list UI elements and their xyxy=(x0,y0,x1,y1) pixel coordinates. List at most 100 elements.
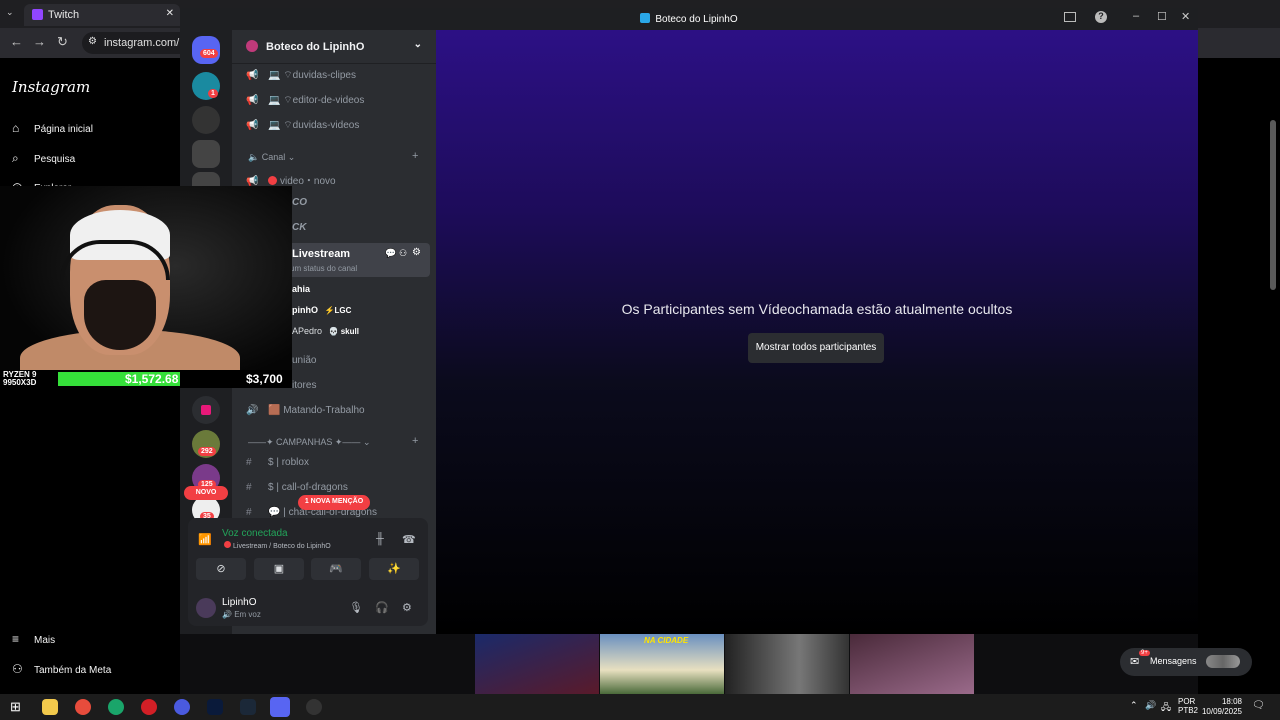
category-canal[interactable]: 🔈 Canal ⌄ xyxy=(248,152,295,163)
activity-button[interactable]: 🎮 xyxy=(311,558,361,580)
show-all-participants-button[interactable]: Mostrar todos participantes xyxy=(748,333,884,363)
category-campanhas[interactable]: ——✦ CAMPANHAS ✦—— ⌄ xyxy=(248,437,370,448)
thumbnail-caption: NA CIDADE xyxy=(644,636,689,645)
channel-call-of-dragons[interactable]: # $ | call-of-dragons xyxy=(246,482,348,493)
headphones-icon[interactable]: 🎧 xyxy=(375,601,389,614)
user-settings-icon[interactable]: ⚙ xyxy=(402,601,412,614)
signal-icon[interactable]: 📶 xyxy=(198,533,212,546)
channel-editores[interactable]: itores xyxy=(292,380,316,391)
app-icon[interactable] xyxy=(306,699,322,715)
windows-start-icon[interactable]: ⊞ xyxy=(10,700,21,713)
server-icon xyxy=(640,13,651,23)
voice-user[interactable]: pinhO ⚡LGC xyxy=(292,305,351,315)
new-unread-pill[interactable]: NOVO xyxy=(184,486,228,500)
avatar[interactable] xyxy=(196,598,216,618)
edge-icon[interactable] xyxy=(108,699,124,715)
nav-more[interactable]: ≡ Mais xyxy=(12,632,55,646)
user-name[interactable]: LipinhO xyxy=(222,597,256,608)
voice-location-text: Livestream / Boteco do LipinhO xyxy=(233,543,331,550)
thumbnail[interactable]: NA CIDADE xyxy=(600,634,724,694)
minimize-icon[interactable]: – xyxy=(1133,10,1139,22)
chrome-icon[interactable] xyxy=(75,699,91,715)
address-bar[interactable]: ⚙ instagram.com/lip xyxy=(82,32,192,54)
server-icon-pink[interactable] xyxy=(192,396,220,424)
tab-list-icon[interactable]: ⌄ xyxy=(6,7,14,18)
instagram-right-area xyxy=(1198,58,1280,694)
browser-tab-twitch[interactable]: Twitch ✕ xyxy=(24,4,180,26)
voice-user[interactable]: APedro 💀 skull xyxy=(292,326,359,336)
channel-duvidas-videos[interactable]: 📢 💻 ⌔duvidas-videos xyxy=(246,119,359,132)
server-header[interactable]: Boteco do LipinhO ⌄ xyxy=(232,30,436,64)
noise-suppression-icon[interactable]: ╫ xyxy=(376,533,384,545)
network-icon[interactable]: 🖧 xyxy=(1161,700,1171,716)
messages-pill[interactable]: ✉ 9+ Mensagens xyxy=(1120,648,1252,676)
nav-search[interactable]: ⌕ Pesquisa xyxy=(12,151,75,166)
voice-location[interactable]: Livestream / Boteco do LipinhO xyxy=(224,541,331,550)
photoshop-icon[interactable] xyxy=(207,699,223,715)
camera-button[interactable]: ⊘ xyxy=(196,558,246,580)
invite-icon[interactable]: ⚇ xyxy=(399,248,407,259)
livestream-status[interactable]: um status do canal xyxy=(290,264,357,273)
channel-matando-trabalho[interactable]: 🔊 🟫 Matando-Trabalho xyxy=(246,405,365,416)
notifications-icon[interactable]: 🗨 xyxy=(1252,700,1265,711)
channel-ck[interactable]: CK xyxy=(292,222,306,233)
opera-icon[interactable] xyxy=(141,699,157,715)
discord-taskbar-icon[interactable] xyxy=(270,697,290,717)
reload-icon[interactable]: ↻ xyxy=(57,34,68,50)
server-a-badge: 292 xyxy=(198,447,216,456)
screenshare-button[interactable]: ▣ xyxy=(254,558,304,580)
steam-icon[interactable] xyxy=(240,699,256,715)
voice-user[interactable]: ahia xyxy=(292,284,310,294)
channel-video-novo[interactable]: 📢 video・novo xyxy=(246,172,336,187)
instagram-logo[interactable]: Instagram xyxy=(12,78,90,96)
soundboard-button[interactable]: ✨ xyxy=(369,558,419,580)
page-scrollbar[interactable] xyxy=(1270,120,1276,290)
file-explorer-icon[interactable] xyxy=(42,699,58,715)
disconnect-icon[interactable]: ☎ xyxy=(402,533,416,546)
channel-editor-de-videos[interactable]: 📢 💻 ⌔editor-de-videos xyxy=(246,94,364,107)
close-tab-icon[interactable]: ✕ xyxy=(166,8,174,19)
new-mention-pill[interactable]: 1 NOVA MENÇÃO xyxy=(298,495,370,510)
server-icon-1[interactable]: 1 xyxy=(192,72,220,100)
server-icon-legacy[interactable] xyxy=(192,106,220,134)
mic-icon[interactable]: 🎙 xyxy=(349,601,363,614)
nav-meta[interactable]: ⚇ Também da Meta xyxy=(12,662,111,676)
hud-value-left: $1,572.68 xyxy=(125,372,179,386)
add-channel-icon[interactable]: + xyxy=(412,150,418,162)
thumbnail[interactable] xyxy=(475,634,599,694)
close-window-icon[interactable]: ✕ xyxy=(1181,10,1190,23)
lang-code: POR xyxy=(1178,697,1196,706)
channel-label: $ | call-of-dragons xyxy=(268,482,348,493)
nav-home[interactable]: ⌂ Página inicial xyxy=(12,121,93,135)
twitch-icon xyxy=(32,9,43,20)
back-icon[interactable]: ← xyxy=(10,34,23,49)
pink-square-icon xyxy=(201,405,211,415)
video-thumbnails: NA CIDADE xyxy=(475,634,975,694)
maximize-icon[interactable]: ☐ xyxy=(1157,10,1167,23)
channel-settings-icon[interactable]: ⚙ xyxy=(412,247,421,258)
clock[interactable]: 18:08 10/09/2025 xyxy=(1200,697,1242,717)
server-icon-lgc[interactable] xyxy=(192,140,220,168)
vpn-icon[interactable] xyxy=(174,699,190,715)
volume-icon[interactable]: 🔊 xyxy=(1145,700,1156,711)
channel-reuniao[interactable]: união xyxy=(292,355,316,366)
keyboard-language[interactable]: POR PTB2 xyxy=(1178,697,1198,715)
meta-icon: ⚇ xyxy=(12,662,23,676)
thumbnail[interactable] xyxy=(725,634,849,694)
inbox-icon[interactable] xyxy=(1064,12,1076,22)
thumbnail[interactable] xyxy=(850,634,974,694)
help-icon[interactable]: ? xyxy=(1095,11,1107,23)
channel-co[interactable]: CO xyxy=(292,197,307,208)
chevron-down-icon[interactable]: ⌄ xyxy=(414,39,422,50)
discord-home-icon[interactable]: 604 xyxy=(192,36,220,64)
forward-icon[interactable]: → xyxy=(33,34,46,49)
channel-roblox[interactable]: # $ | roblox xyxy=(246,457,309,468)
server-icon-a[interactable]: 292 xyxy=(192,430,220,458)
site-info-icon[interactable]: ⚙ xyxy=(88,36,97,47)
channel-duvidas-clipes[interactable]: 📢 💻 ⌔duvidas-clipes xyxy=(246,69,356,82)
add-channel-icon[interactable]: + xyxy=(412,435,418,447)
tray-chevron-icon[interactable]: ⌃ xyxy=(1130,700,1138,711)
chat-icon[interactable]: 💬 xyxy=(385,248,396,259)
channel-label: 🟫 Matando-Trabalho xyxy=(268,405,365,416)
voice-connected-label[interactable]: Voz conectada xyxy=(222,528,288,539)
